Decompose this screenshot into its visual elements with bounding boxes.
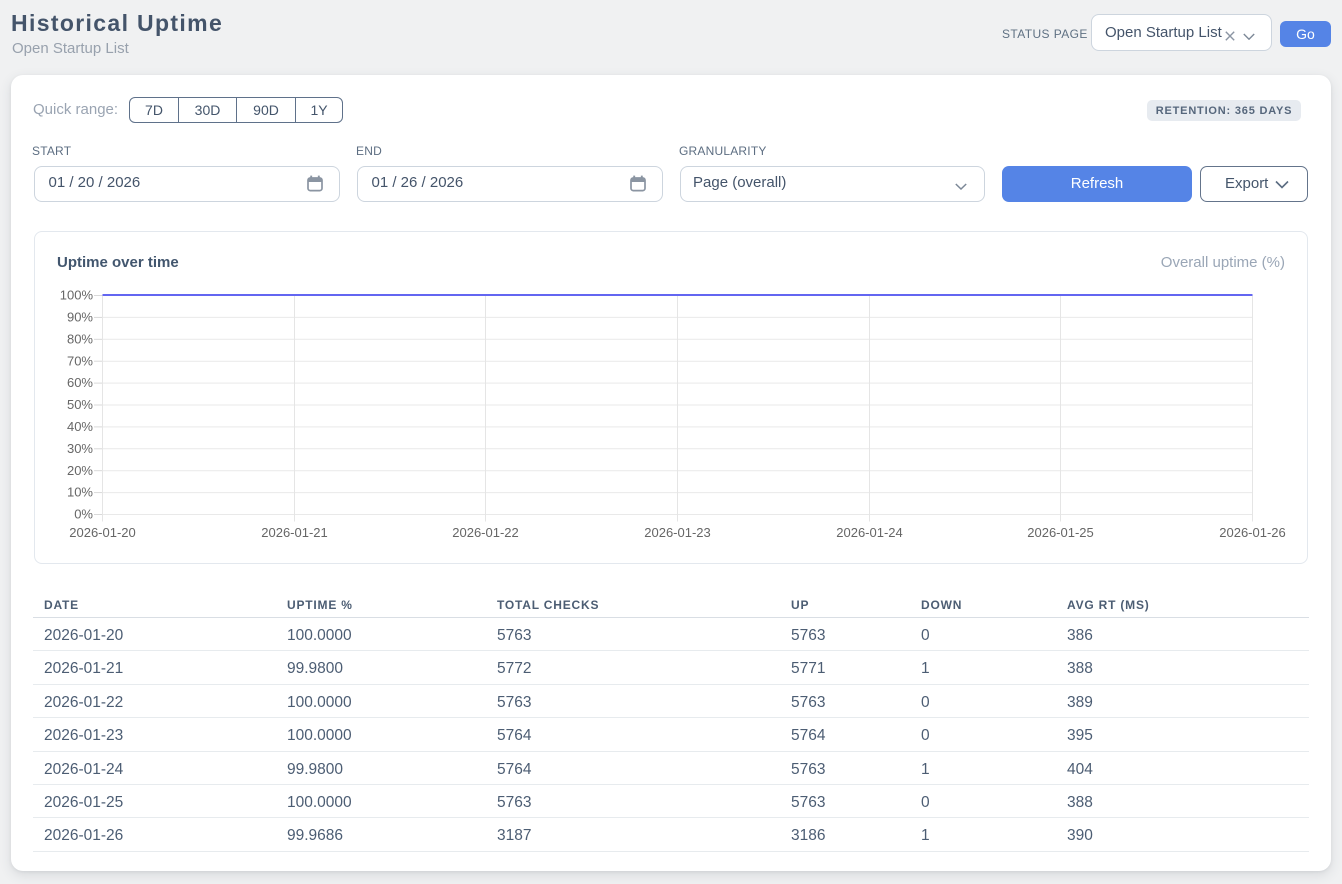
svg-text:10%: 10% [67, 485, 93, 500]
svg-text:0%: 0% [74, 507, 93, 522]
svg-text:20%: 20% [67, 463, 93, 478]
svg-text:30%: 30% [67, 441, 93, 456]
svg-text:100%: 100% [60, 288, 94, 303]
svg-text:70%: 70% [67, 353, 93, 368]
svg-text:60%: 60% [67, 375, 93, 390]
svg-text:2026-01-24: 2026-01-24 [836, 525, 903, 540]
svg-text:40%: 40% [67, 419, 93, 434]
svg-text:2026-01-25: 2026-01-25 [1027, 525, 1094, 540]
svg-text:80%: 80% [67, 331, 93, 346]
svg-text:50%: 50% [67, 397, 93, 412]
svg-text:2026-01-21: 2026-01-21 [261, 525, 328, 540]
svg-text:2026-01-26: 2026-01-26 [1219, 525, 1286, 540]
svg-text:2026-01-22: 2026-01-22 [452, 525, 519, 540]
svg-text:90%: 90% [67, 310, 93, 325]
svg-text:2026-01-23: 2026-01-23 [644, 525, 711, 540]
svg-text:2026-01-20: 2026-01-20 [69, 525, 136, 540]
